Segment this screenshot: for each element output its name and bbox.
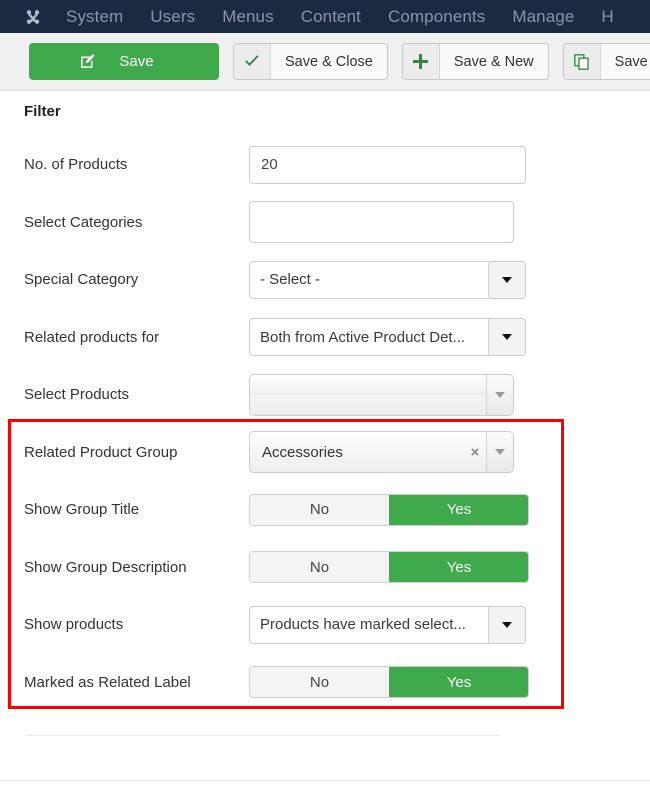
- section-title-filter: Filter: [24, 103, 61, 120]
- no-of-products-input[interactable]: [249, 145, 526, 184]
- select-categories-input[interactable]: [249, 201, 514, 244]
- clear-selection-icon[interactable]: ×: [464, 432, 486, 472]
- show-group-title-option-yes[interactable]: Yes: [389, 494, 528, 525]
- select-products-select[interactable]: [249, 373, 514, 416]
- save-as-button[interactable]: Save as: [562, 43, 650, 80]
- page-bottom-rule: [0, 780, 650, 781]
- special-category-value: - Select -: [260, 271, 321, 289]
- label-special-category: Special Category: [24, 271, 139, 289]
- form-row-related-product-group: Related Product Group Accessories ×: [0, 424, 650, 482]
- save-close-button[interactable]: Save & Close: [233, 43, 388, 80]
- chevron-down-icon[interactable]: [486, 374, 513, 415]
- form-row-show-group-description: Show Group Description No Yes: [0, 539, 650, 597]
- show-group-description-toggle[interactable]: No Yes: [249, 551, 529, 584]
- edit-pencil-icon: [80, 44, 96, 79]
- form-row-select-categories: Select Categories: [0, 194, 650, 252]
- marked-as-related-label-toggle[interactable]: No Yes: [249, 666, 529, 699]
- show-products-value: Products have marked select...: [260, 616, 466, 634]
- joomla-logo-icon[interactable]: [22, 6, 44, 28]
- save-as-button-label: Save as: [614, 53, 650, 70]
- field-special-category: - Select -: [249, 260, 526, 299]
- form-row-show-group-title: Show Group Title No Yes: [0, 481, 650, 539]
- field-select-products: [249, 373, 514, 416]
- form-row-show-products: Show products Products have marked selec…: [0, 596, 650, 654]
- label-marked-as-related-label: Marked as Related Label: [24, 673, 191, 691]
- filter-form: Filter No. of Products Select Categories…: [0, 91, 650, 784]
- field-select-categories: [249, 201, 514, 244]
- field-marked-as-related-label: No Yes: [249, 666, 529, 699]
- label-show-group-description: Show Group Description: [24, 558, 187, 576]
- form-divider: [25, 735, 500, 736]
- label-select-categories: Select Categories: [24, 213, 143, 231]
- field-show-products: Products have marked select...: [249, 605, 526, 644]
- label-show-products: Show products: [24, 616, 124, 634]
- form-row-special-category: Special Category - Select -: [0, 251, 650, 309]
- admin-navbar: System Users Menus Content Components Ma…: [0, 0, 650, 33]
- editor-toolbar: Save Save & Close Save & New Save as: [0, 33, 650, 91]
- field-no-of-products: [249, 145, 526, 184]
- field-show-group-description: No Yes: [249, 551, 529, 584]
- label-related-products-for: Related products for: [24, 328, 160, 346]
- show-group-title-option-no[interactable]: No: [250, 494, 389, 525]
- marked-as-related-label-option-yes[interactable]: Yes: [389, 667, 528, 698]
- label-no-of-products: No. of Products: [24, 156, 128, 174]
- chevron-down-icon[interactable]: [488, 606, 525, 643]
- marked-as-related-label-option-no[interactable]: No: [250, 667, 389, 698]
- show-group-description-option-yes[interactable]: Yes: [389, 552, 528, 583]
- copy-icon: [563, 44, 601, 79]
- plus-icon: [402, 44, 440, 79]
- related-product-group-value: Accessories: [262, 443, 343, 461]
- form-row-related-products-for: Related products for Both from Active Pr…: [0, 309, 650, 367]
- show-group-title-toggle[interactable]: No Yes: [249, 493, 529, 526]
- field-related-products-for: Both from Active Product Det...: [249, 318, 526, 357]
- field-related-product-group: Accessories ×: [249, 431, 514, 474]
- nav-item-content[interactable]: Content: [301, 7, 361, 27]
- nav-item-menus[interactable]: Menus: [222, 7, 274, 27]
- related-product-group-select[interactable]: Accessories ×: [249, 431, 514, 474]
- label-select-products: Select Products: [24, 386, 130, 404]
- nav-item-help[interactable]: H: [601, 7, 613, 27]
- label-show-group-title: Show Group Title: [24, 501, 140, 519]
- save-button-label: Save: [119, 53, 154, 70]
- nav-item-components[interactable]: Components: [388, 7, 485, 27]
- save-close-button-label: Save & Close: [285, 53, 373, 70]
- save-new-button[interactable]: Save & New: [401, 43, 549, 80]
- chevron-down-icon[interactable]: [488, 319, 525, 356]
- save-new-button-label: Save & New: [453, 53, 534, 70]
- nav-item-manage[interactable]: Manage: [512, 7, 574, 27]
- show-group-description-option-no[interactable]: No: [250, 552, 389, 583]
- chevron-down-icon[interactable]: [486, 432, 513, 473]
- save-button[interactable]: Save: [29, 43, 219, 80]
- related-products-for-select[interactable]: Both from Active Product Det...: [249, 318, 526, 357]
- form-row-marked-as-related-label: Marked as Related Label No Yes: [0, 654, 650, 712]
- special-category-select[interactable]: - Select -: [249, 260, 526, 299]
- form-row-no-of-products: No. of Products: [0, 136, 650, 194]
- nav-item-users[interactable]: Users: [150, 7, 195, 27]
- select-products-value: [250, 375, 486, 415]
- label-related-product-group: Related Product Group: [24, 443, 178, 461]
- related-products-for-value: Both from Active Product Det...: [260, 328, 466, 346]
- show-products-select[interactable]: Products have marked select...: [249, 605, 526, 644]
- form-row-select-products: Select Products: [0, 366, 650, 424]
- nav-item-system[interactable]: System: [66, 7, 123, 27]
- chevron-down-icon[interactable]: [488, 261, 525, 298]
- field-show-group-title: No Yes: [249, 493, 529, 526]
- check-icon: [234, 44, 271, 79]
